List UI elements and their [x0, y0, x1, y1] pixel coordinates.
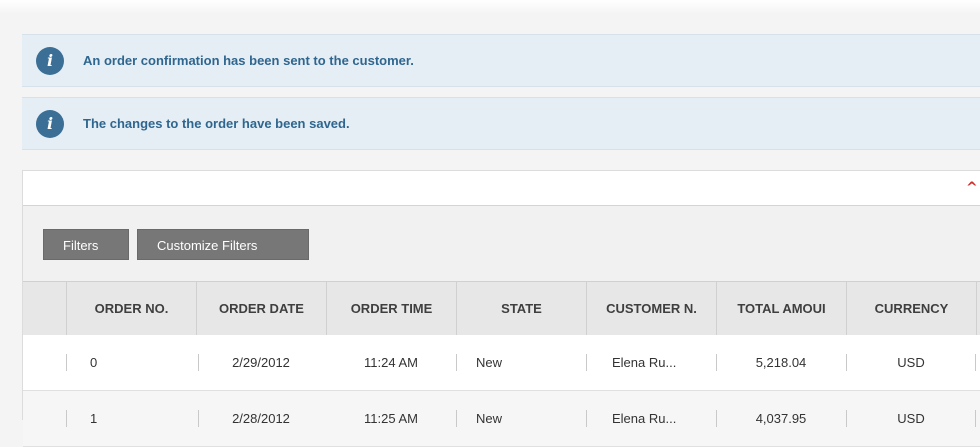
column-header-customer-name[interactable]: CUSTOMER N. — [586, 282, 716, 335]
info-icon: i — [36, 110, 64, 138]
cell-order-no: 0 — [66, 335, 196, 390]
orders-panel: ^ Filters Customize Filters ORDER NO. OR… — [22, 170, 980, 447]
select-column-header — [23, 282, 66, 335]
cell-state: New — [456, 335, 586, 390]
cell-total-amount: 4,037.95 — [716, 391, 846, 446]
table-header: ORDER NO. ORDER DATE ORDER TIME STATE CU… — [23, 281, 980, 336]
cell-customer-name: Elena Ru... — [586, 335, 716, 390]
notification-message: An order confirmation has been sent to t… — [83, 53, 414, 68]
notification-message: The changes to the order have been saved… — [83, 116, 350, 131]
cell-order-time: 11:25 AM — [364, 411, 418, 426]
customize-filters-button[interactable]: Customize Filters — [137, 229, 309, 260]
column-header-total-amount[interactable]: TOTAL AMOUI — [716, 282, 846, 335]
cell-order-date: 2/28/2012 — [196, 391, 326, 446]
info-icon: i — [36, 47, 64, 75]
cell-customer-name: Elena Ru... — [586, 391, 716, 446]
notification-changes-saved: i The changes to the order have been sav… — [22, 97, 980, 150]
cell-order-date: 2/29/2012 — [196, 335, 326, 390]
top-edge — [0, 0, 980, 14]
cell-order-no: 1 — [66, 391, 196, 446]
column-divider — [976, 282, 980, 335]
cell-order-time: 11:24 AM — [364, 355, 418, 370]
column-header-order-time[interactable]: ORDER TIME — [326, 282, 456, 335]
cell-currency: USD — [846, 335, 976, 390]
table-row[interactable]: 1 2/28/2012 11:25 AM New Elena Ru... 4,0… — [23, 391, 980, 447]
column-header-order-no[interactable]: ORDER NO. — [66, 282, 196, 335]
column-header-order-date[interactable]: ORDER DATE — [196, 282, 326, 335]
panel-header: ^ — [23, 171, 980, 206]
column-header-state[interactable]: STATE — [456, 282, 586, 335]
table-row[interactable]: 0 2/29/2012 11:24 AM New Elena Ru... 5,2… — [23, 335, 980, 391]
notification-order-confirmation: i An order confirmation has been sent to… — [22, 34, 980, 87]
cell-total-amount: 5,218.04 — [716, 335, 846, 390]
column-header-currency[interactable]: CURRENCY — [846, 282, 976, 335]
cell-state: New — [456, 391, 586, 446]
cell-currency: USD — [846, 391, 976, 446]
filters-button[interactable]: Filters — [43, 229, 129, 260]
chevron-up-icon[interactable]: ^ — [966, 181, 980, 195]
